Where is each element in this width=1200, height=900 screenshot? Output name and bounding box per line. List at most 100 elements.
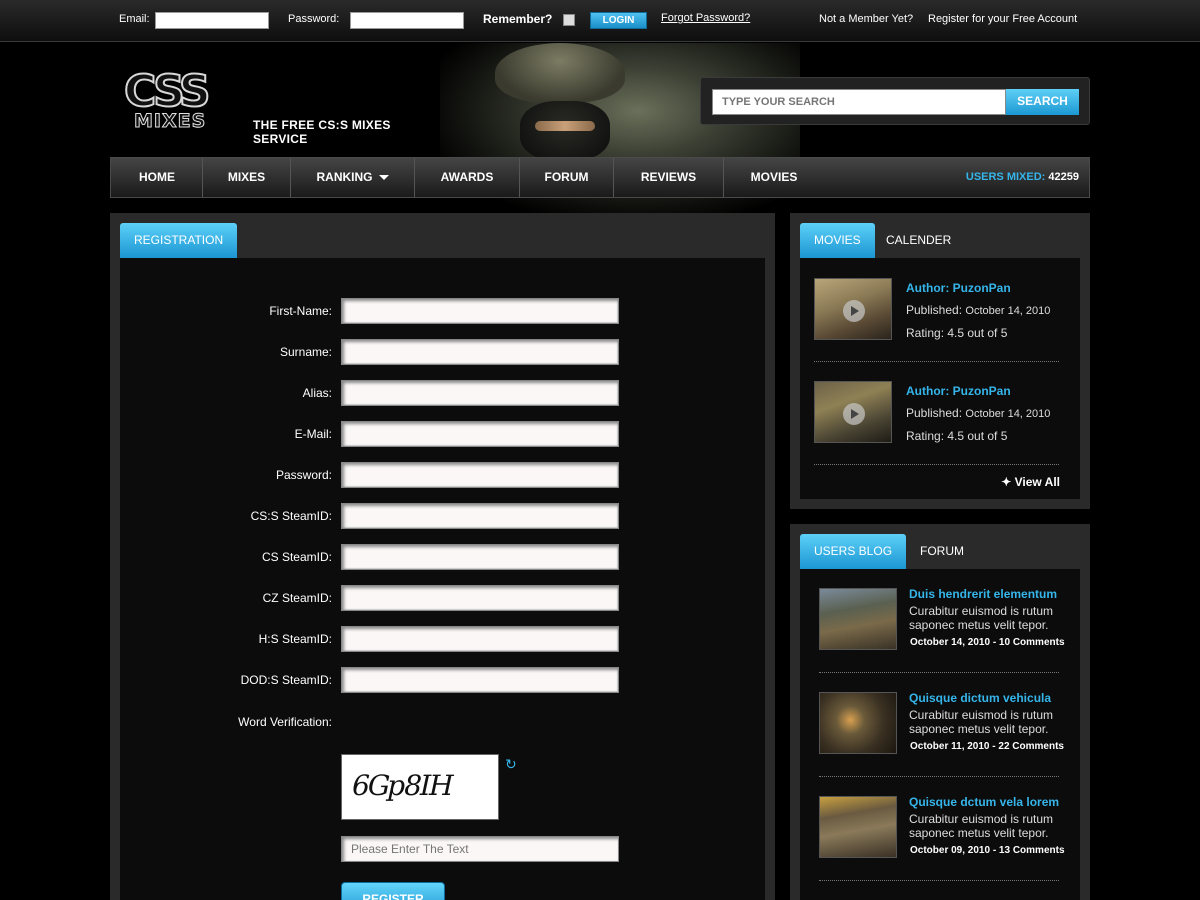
- list-item[interactable]: Duis hendrerit elementum Curabitur euism…: [819, 587, 1069, 652]
- email-field[interactable]: [341, 421, 619, 447]
- blog-meta: October 11, 2010 - 22 Comments: [910, 741, 1064, 752]
- form-row: DOD:S SteamID:: [120, 667, 765, 695]
- blog-excerpt: Curabitur euismod is rutum saponec metus…: [909, 708, 1054, 736]
- search-input[interactable]: [712, 89, 1006, 115]
- registration-panel: REGISTRATION First-Name: Surname: Alias:…: [110, 213, 775, 900]
- movies-list: Author: PuzonPan Published: October 14, …: [800, 258, 1080, 499]
- surname-field[interactable]: [341, 339, 619, 365]
- blog-thumbnail[interactable]: [819, 692, 897, 754]
- register-account-link[interactable]: Register for your Free Account: [928, 13, 1077, 25]
- nav-ranking[interactable]: RANKING: [291, 158, 414, 197]
- list-item[interactable]: Author: PuzonPan Published: October 14, …: [814, 278, 1064, 342]
- password-label: Password:: [288, 13, 340, 25]
- published-date: October 14, 2010: [965, 305, 1051, 317]
- nav-home[interactable]: HOME: [111, 158, 203, 197]
- blog-title[interactable]: Quisque dctum vela lorem: [909, 795, 1059, 809]
- form-row: First-Name:: [120, 298, 765, 326]
- captcha-image: 6Gp8IH: [341, 754, 499, 820]
- play-icon: [843, 403, 865, 425]
- dods-steamid-label: DOD:S SteamID:: [240, 673, 332, 687]
- site-tagline: THE FREE CS:S MIXES SERVICE: [253, 118, 391, 146]
- nav-reviews[interactable]: REVIEWS: [614, 158, 723, 197]
- email-label: Email:: [119, 13, 150, 25]
- blog-thumbnail[interactable]: [819, 796, 897, 858]
- password-field[interactable]: [341, 462, 619, 488]
- search-box: SEARCH: [700, 77, 1090, 125]
- divider: [814, 361, 1059, 362]
- users-mixed-count: 42259: [1048, 171, 1079, 183]
- form-row: Password:: [120, 462, 765, 490]
- css-steamid-label: CS:S SteamID:: [250, 509, 332, 523]
- list-item[interactable]: Quisque dictum vehicula Curabitur euismo…: [819, 691, 1069, 756]
- css-steamid-field[interactable]: [341, 503, 619, 529]
- list-item[interactable]: Quisque dctum vela lorem Curabitur euism…: [819, 795, 1069, 860]
- cs-steamid-field[interactable]: [341, 544, 619, 570]
- first-name-field[interactable]: [341, 298, 619, 324]
- login-button[interactable]: LOGIN: [590, 12, 647, 29]
- form-row: Surname:: [120, 339, 765, 367]
- password-label: Password:: [275, 468, 332, 482]
- movie-thumbnail[interactable]: [814, 381, 892, 443]
- divider: [819, 776, 1059, 777]
- movie-thumbnail[interactable]: [814, 278, 892, 340]
- email-input[interactable]: [155, 12, 269, 29]
- nav-ranking-label: RANKING: [316, 170, 373, 184]
- published-label: Published:: [906, 406, 963, 420]
- movie-author[interactable]: Author: PuzonPan: [906, 281, 1011, 295]
- forgot-password-link[interactable]: Forgot Password?: [661, 12, 750, 24]
- first-name-label: First-Name:: [269, 304, 332, 318]
- divider: [814, 464, 1059, 465]
- list-item[interactable]: Author: PuzonPan Published: October 14, …: [814, 381, 1064, 445]
- published-date: October 14, 2010: [965, 408, 1051, 420]
- captcha-input[interactable]: [341, 836, 619, 862]
- blog-list: Duis hendrerit elementum Curabitur euism…: [800, 569, 1080, 900]
- site-logo[interactable]: CSS MIXES THE FREE CS:S MIXES SERVICE: [120, 65, 420, 146]
- hs-steamid-label: H:S SteamID:: [258, 632, 332, 646]
- surname-label: Surname:: [279, 345, 332, 359]
- form-row: CS SteamID:: [120, 544, 765, 572]
- tab-registration[interactable]: REGISTRATION: [120, 223, 238, 258]
- movie-author[interactable]: Author: PuzonPan: [906, 384, 1011, 398]
- tab-forum[interactable]: FORUM: [920, 534, 964, 569]
- blog-thumbnail[interactable]: [819, 588, 897, 650]
- hs-steamid-field[interactable]: [341, 626, 619, 652]
- registration-form: First-Name: Surname: Alias: E-Mail: Pass…: [120, 258, 765, 900]
- cs-steamid-label: CS SteamID:: [261, 550, 332, 564]
- not-member-link[interactable]: Not a Member Yet?: [819, 13, 913, 25]
- movie-rating: Rating: 4.5 out of 5: [906, 429, 1008, 443]
- nav-movies[interactable]: MOVIES: [724, 158, 824, 197]
- published-label: Published:: [906, 303, 963, 317]
- main-navigation: HOME MIXES RANKING AWARDS FORUM REVIEWS …: [110, 157, 1090, 198]
- tab-calender[interactable]: CALENDER: [886, 223, 951, 258]
- nav-forum[interactable]: FORUM: [520, 158, 613, 197]
- captcha-text: 6Gp8IH: [348, 769, 455, 802]
- form-row: CZ SteamID:: [120, 585, 765, 613]
- view-all-link[interactable]: ✦ View All: [1001, 475, 1060, 489]
- alias-field[interactable]: [341, 380, 619, 406]
- refresh-icon[interactable]: ↻: [505, 756, 517, 773]
- nav-awards[interactable]: AWARDS: [415, 158, 519, 197]
- blog-excerpt: Curabitur euismod is rutum saponec metus…: [909, 604, 1054, 632]
- password-input[interactable]: [350, 12, 464, 29]
- cz-steamid-field[interactable]: [341, 585, 619, 611]
- register-button[interactable]: REGISTER: [341, 882, 445, 900]
- tab-users-blog[interactable]: USERS BLOG: [800, 534, 907, 569]
- word-verification-label: Word Verification:: [238, 715, 332, 729]
- movie-rating: Rating: 4.5 out of 5: [906, 326, 1008, 340]
- email-label: E-Mail:: [294, 427, 332, 441]
- blog-title[interactable]: Duis hendrerit elementum: [909, 587, 1057, 601]
- divider: [819, 672, 1059, 673]
- nav-mixes[interactable]: MIXES: [203, 158, 290, 197]
- remember-checkbox[interactable]: [563, 14, 575, 26]
- blog-title[interactable]: Quisque dictum vehicula: [909, 691, 1051, 705]
- movie-published: Published: October 14, 2010: [906, 406, 1050, 420]
- blog-meta: October 14, 2010 - 10 Comments: [910, 637, 1065, 648]
- search-button[interactable]: SEARCH: [1006, 89, 1079, 115]
- divider: [819, 880, 1059, 881]
- soldier-eyes-art: [535, 121, 595, 131]
- chevron-down-icon: [378, 175, 389, 181]
- remember-label: Remember?: [483, 12, 553, 26]
- dods-steamid-field[interactable]: [341, 667, 619, 693]
- tab-movies[interactable]: MOVIES: [800, 223, 875, 258]
- movies-panel: MOVIES CALENDER Author: PuzonPan Publish…: [790, 213, 1090, 509]
